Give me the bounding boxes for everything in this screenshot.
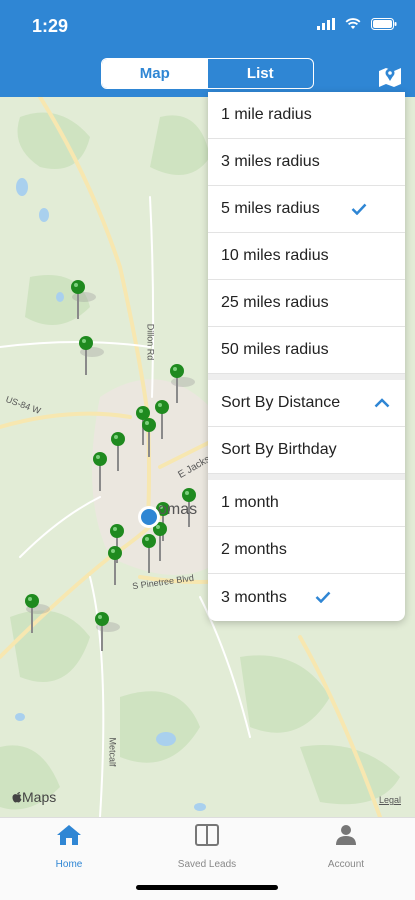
chevron-up-icon <box>374 398 390 408</box>
status-icons <box>317 18 397 30</box>
home-indicator <box>136 885 278 890</box>
period-option-1-month[interactable]: 1 month <box>208 480 405 527</box>
option-label: 3 months <box>221 588 287 606</box>
segment-list[interactable]: List <box>208 59 314 88</box>
sort-by-distance[interactable]: Sort By Distance <box>208 380 405 427</box>
apple-icon <box>12 792 22 803</box>
maps-brand: Maps <box>22 789 57 805</box>
option-label: 25 miles radius <box>221 294 329 311</box>
options-dropdown: 1 mile radius 3 miles radius 5 miles rad… <box>208 92 405 621</box>
tab-account[interactable]: Account <box>277 824 415 870</box>
radius-option-10-miles[interactable]: 10 miles radius <box>208 233 405 280</box>
sort-by-birthday[interactable]: Sort By Birthday <box>208 427 405 474</box>
person-icon <box>336 825 356 845</box>
wifi-icon <box>345 18 361 29</box>
option-label: Sort By Birthday <box>221 441 337 458</box>
tab-saved-leads[interactable]: Saved Leads <box>138 824 276 870</box>
map-label-road: Metcalf <box>107 737 118 767</box>
option-label: 10 miles radius <box>221 247 329 264</box>
radius-option-25-miles[interactable]: 25 miles radius <box>208 280 405 327</box>
option-label: 2 months <box>221 541 287 558</box>
nav-header: 1:29 Map List <box>0 0 415 97</box>
tab-label: Home <box>55 859 83 870</box>
tab-label: Account <box>327 859 365 870</box>
map-label-road: Dillon Rd <box>145 323 156 361</box>
period-option-2-months[interactable]: 2 months <box>208 527 405 574</box>
radius-option-3-miles[interactable]: 3 miles radius <box>208 139 405 186</box>
option-label: 1 month <box>221 494 279 511</box>
radius-option-50-miles[interactable]: 50 miles radius <box>208 327 405 374</box>
map-options-icon[interactable] <box>377 64 403 88</box>
tab-home[interactable]: Home <box>0 824 138 870</box>
view-segmented-control: Map List <box>101 58 314 89</box>
radius-option-1-mile[interactable]: 1 mile radius <box>208 92 405 139</box>
checkmark-icon <box>315 591 331 603</box>
option-label: Sort By Distance <box>221 394 341 411</box>
status-time: 1:29 <box>32 16 69 36</box>
radius-option-5-miles[interactable]: 5 miles radius <box>208 186 405 233</box>
checkmark-icon <box>351 203 367 215</box>
period-option-3-months[interactable]: 3 months <box>208 574 405 621</box>
legal-link[interactable]: Legal <box>379 795 401 805</box>
battery-icon <box>371 18 397 30</box>
maps-attribution: Maps <box>12 789 56 805</box>
signal-icon <box>317 18 335 30</box>
option-label: 50 miles radius <box>221 341 329 358</box>
option-label: 3 miles radius <box>221 153 320 170</box>
book-icon <box>195 824 219 846</box>
tab-label: Saved Leads <box>177 859 237 870</box>
segment-map[interactable]: Map <box>102 59 208 88</box>
home-icon <box>57 825 81 845</box>
map-label-city: omas <box>158 501 198 518</box>
option-label: 1 mile radius <box>221 106 312 123</box>
option-label: 5 miles radius <box>221 200 320 217</box>
status-bar: 1:29 <box>0 14 415 42</box>
